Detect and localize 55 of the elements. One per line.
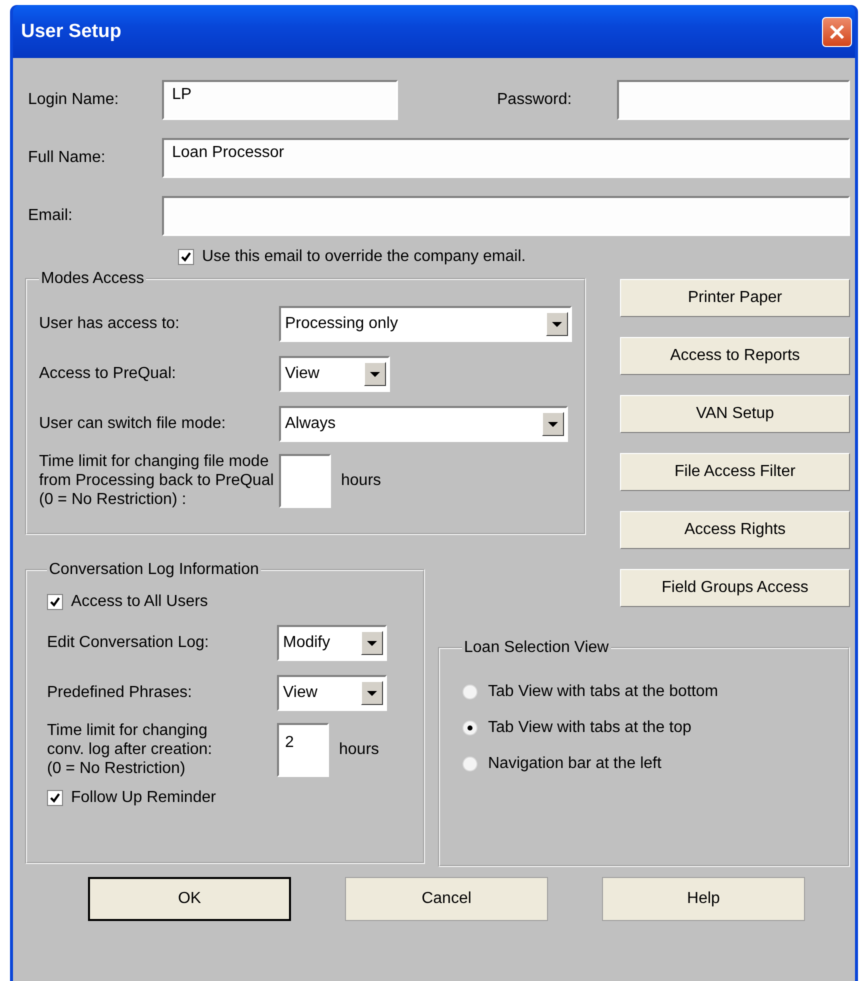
dialog-button[interactable]: Access to Reports <box>620 337 850 375</box>
input-field[interactable] <box>279 454 331 508</box>
checkbox[interactable] <box>47 594 63 610</box>
close-button[interactable] <box>822 16 852 46</box>
field-label: Edit Conversation Log: <box>47 634 210 652</box>
radio-button[interactable] <box>462 684 478 700</box>
field-label: Access to PreQual: <box>39 365 177 383</box>
radio-button[interactable] <box>462 720 478 736</box>
field-label: Full Name: <box>28 149 106 167</box>
checkbox[interactable] <box>47 790 63 806</box>
window-title: User Setup <box>21 20 122 42</box>
caret-icon <box>367 640 377 646</box>
radio-label: Navigation bar at the left <box>488 755 662 773</box>
dropdown[interactable]: Always <box>279 406 568 442</box>
field-label: Predefined Phrases: <box>47 684 193 702</box>
dialog-button[interactable]: Help <box>602 877 805 921</box>
dialog-button[interactable]: Field Groups Access <box>620 569 850 607</box>
dialog-button[interactable]: File Access Filter <box>620 453 850 491</box>
dropdown[interactable]: Processing only <box>279 306 572 342</box>
field-label: Login Name: <box>28 91 120 109</box>
dropdown[interactable]: View <box>277 675 387 711</box>
caret-icon <box>367 690 377 696</box>
caret-icon <box>552 322 562 326</box>
dialog-button[interactable]: Cancel <box>345 877 548 921</box>
caret-icon <box>370 372 380 376</box>
radio-label: Tab View with tabs at the bottom <box>488 683 718 701</box>
input-field[interactable] <box>162 196 850 236</box>
dropdown[interactable]: View <box>279 356 390 392</box>
checkbox[interactable] <box>178 249 194 265</box>
group-title: Modes Access <box>40 270 146 288</box>
field-label: Time limit for changing file mode from Processing back to PreQual (0 = No Restriction) : <box>39 452 275 510</box>
input-field[interactable]: LP <box>162 80 398 120</box>
field-label: Email: <box>28 207 74 225</box>
group-title: Conversation Log Information <box>48 561 260 579</box>
dialog-button[interactable]: Printer Paper <box>620 279 850 317</box>
dialog-button[interactable]: VAN Setup <box>620 395 850 433</box>
unit-label: hours <box>339 740 380 759</box>
group-title: Loan Selection View <box>463 639 610 657</box>
input-field[interactable]: Loan Processor <box>162 138 850 178</box>
dropdown[interactable]: Modify <box>277 625 387 661</box>
dialog-button[interactable]: Access Rights <box>620 511 850 549</box>
field-label: Time limit for changing conv. log after creation: (0 = No Restriction) <box>47 721 214 779</box>
field-label: User can switch file mode: <box>39 415 227 433</box>
checkbox-label: Access to All Users <box>71 593 208 611</box>
input-field[interactable]: 2 <box>277 722 329 777</box>
checkbox-label: Follow Up Reminder <box>71 788 216 807</box>
unit-label: hours <box>341 472 382 490</box>
radio-button[interactable] <box>462 756 478 772</box>
field-label: Password: <box>497 91 573 109</box>
caret-icon <box>548 422 558 426</box>
checkbox-label: Use this email to override the company email. <box>202 248 526 266</box>
input-field[interactable] <box>617 80 850 120</box>
radio-label: Tab View with tabs at the top <box>488 719 692 737</box>
field-label: User has access to: <box>39 315 180 333</box>
dialog-button[interactable]: OK <box>88 877 291 921</box>
